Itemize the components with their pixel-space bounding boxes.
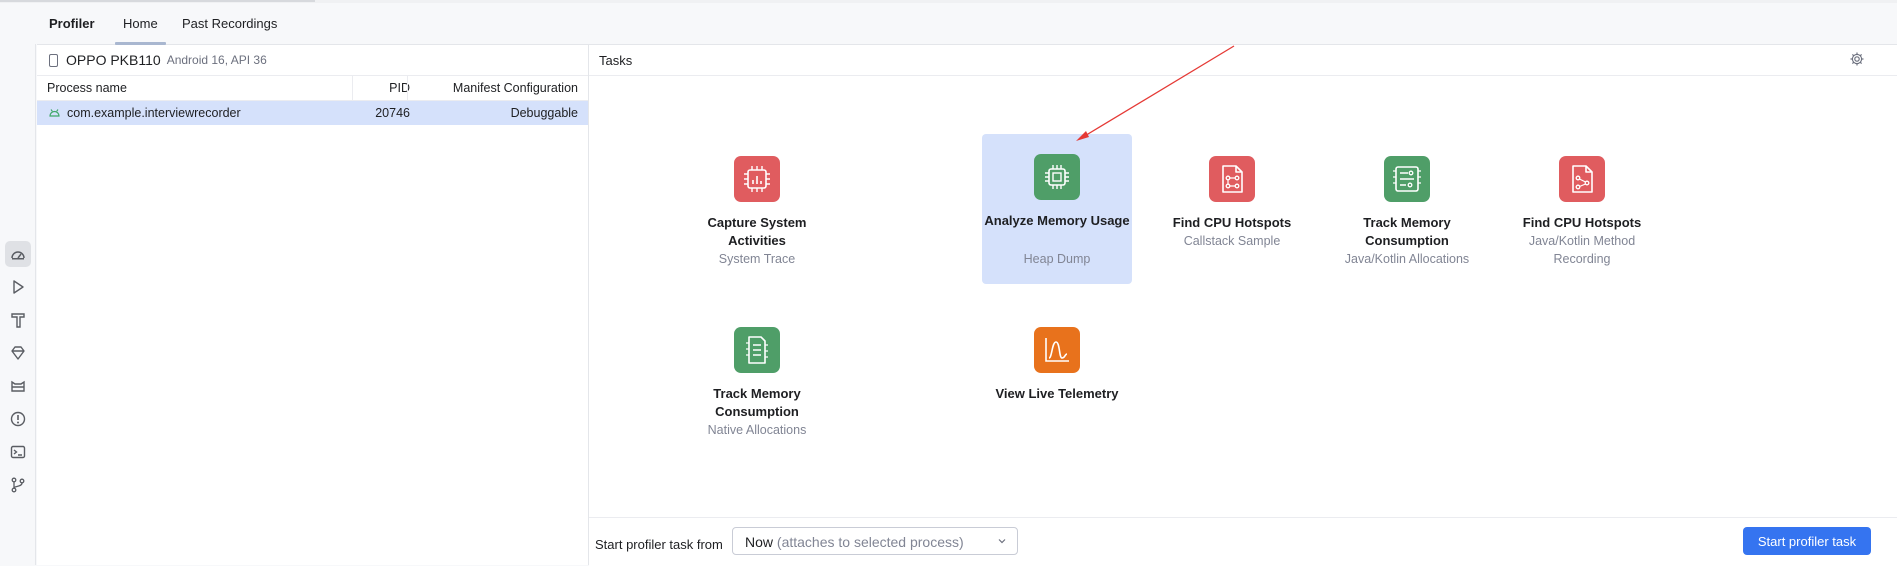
chevron-down-icon bbox=[998, 539, 1006, 544]
android-icon bbox=[49, 109, 60, 117]
task-capture-system-activities[interactable]: Capture System Activities System Trace bbox=[682, 136, 832, 286]
tab-home[interactable]: Home bbox=[115, 16, 166, 45]
gear-icon[interactable] bbox=[1849, 51, 1865, 67]
table-row[interactable]: com.example.interviewrecorder 20746 Debu… bbox=[37, 101, 588, 125]
task-name: Track Memory Consumption bbox=[713, 386, 801, 419]
task-icon-tile bbox=[1559, 156, 1605, 202]
col-manifest-configuration[interactable]: Manifest Configuration bbox=[407, 81, 578, 95]
task-icon-tile bbox=[1034, 154, 1080, 200]
col-pid[interactable]: PID bbox=[352, 81, 410, 95]
process-panel: OPPO PKB110 Android 16, API 36 Process n… bbox=[37, 45, 589, 565]
callstack-doc-icon bbox=[1222, 165, 1243, 193]
hammer-icon bbox=[11, 313, 25, 328]
logcat-tool-button[interactable] bbox=[5, 373, 31, 399]
problems-tool-button[interactable] bbox=[5, 406, 31, 432]
tasks-title: Tasks bbox=[599, 53, 633, 68]
task-subtitle: Callstack Sample bbox=[1183, 234, 1281, 248]
gauge-icon bbox=[11, 251, 25, 260]
pid-cell: 20746 bbox=[375, 106, 410, 120]
native-memory-icon bbox=[746, 336, 768, 364]
task-icon-tile bbox=[1384, 156, 1430, 202]
device-name: OPPO PKB110 bbox=[66, 52, 161, 68]
memory-board-icon bbox=[1393, 166, 1421, 192]
play-icon bbox=[13, 280, 24, 294]
task-analyze-memory-usage[interactable]: Analyze Memory Usage Heap Dump bbox=[982, 134, 1132, 284]
task-name: Find CPU Hotspots bbox=[1172, 215, 1292, 230]
task-name: Analyze Memory Usage bbox=[984, 213, 1130, 228]
task-icon-tile bbox=[734, 156, 780, 202]
cpu-chart-icon bbox=[744, 166, 770, 192]
task-icon-tile bbox=[1209, 156, 1255, 202]
task-find-cpu-hotspots-callstack[interactable]: Find CPU Hotspots Callstack Sample bbox=[1157, 136, 1307, 286]
task-name: Track Memory Consumption bbox=[1363, 215, 1451, 248]
task-subtitle: Native Allocations bbox=[707, 423, 807, 437]
task-icon-tile bbox=[1034, 327, 1080, 373]
device-selector[interactable]: OPPO PKB110 Android 16, API 36 bbox=[37, 45, 588, 76]
task-subtitle: Heap Dump bbox=[1023, 252, 1091, 266]
tasks-header: Tasks bbox=[589, 45, 1897, 76]
telemetry-chart-icon bbox=[1045, 338, 1069, 362]
process-name-cell: com.example.interviewrecorder bbox=[67, 106, 241, 120]
terminal-tool-button[interactable] bbox=[5, 439, 31, 465]
task-name: View Live Telemetry bbox=[995, 386, 1119, 401]
process-table-header: Process name PID Manifest Configuration bbox=[37, 76, 588, 101]
manifest-cell: Debuggable bbox=[510, 106, 578, 120]
build-tool-button[interactable] bbox=[5, 307, 31, 333]
phone-icon bbox=[49, 53, 58, 67]
task-subtitle: Java/Kotlin Allocations bbox=[1344, 252, 1470, 266]
task-subtitle: System Trace bbox=[718, 252, 796, 266]
task-name: Find CPU Hotspots bbox=[1522, 215, 1642, 230]
tool-window-bar bbox=[0, 44, 36, 565]
start-profiler-task-button[interactable]: Start profiler task bbox=[1743, 527, 1871, 555]
terminal-icon bbox=[10, 445, 26, 459]
task-name: Capture System Activities bbox=[707, 215, 807, 248]
gem-icon bbox=[11, 346, 25, 360]
task-view-live-telemetry[interactable]: View Live Telemetry bbox=[982, 307, 1132, 457]
task-track-memory-native[interactable]: Track Memory Consumption Native Allocati… bbox=[682, 307, 832, 457]
task-icon-tile bbox=[734, 327, 780, 373]
dropdown-value: Now (attaches to selected process) bbox=[745, 534, 964, 550]
tab-home-label: Home bbox=[123, 16, 158, 31]
start-task-footer: Start profiler task from Now (attaches t… bbox=[589, 517, 1897, 566]
tab-past-recordings[interactable]: Past Recordings bbox=[182, 16, 277, 31]
tasks-panel: Tasks Capture System Activities System T… bbox=[589, 45, 1897, 566]
gem-tool-button[interactable] bbox=[5, 340, 31, 366]
logcat-icon bbox=[11, 380, 25, 392]
dropdown-hint: (attaches to selected process) bbox=[776, 534, 964, 550]
memory-chip-icon bbox=[1045, 165, 1069, 189]
profiler-tab-bar: Profiler Home Past Recordings bbox=[37, 3, 1897, 45]
run-tool-button[interactable] bbox=[5, 274, 31, 300]
git-branch-icon bbox=[11, 477, 25, 493]
task-find-cpu-hotspots-method[interactable]: Find CPU Hotspots Java/Kotlin Method Rec… bbox=[1507, 136, 1657, 286]
task-track-memory-java-kotlin[interactable]: Track Memory Consumption Java/Kotlin All… bbox=[1332, 136, 1482, 286]
profiler-title: Profiler bbox=[49, 16, 95, 31]
task-subtitle: Java/Kotlin Method Recording bbox=[1528, 234, 1636, 266]
col-process-name[interactable]: Process name bbox=[47, 81, 127, 95]
start-from-dropdown[interactable]: Now (attaches to selected process) bbox=[732, 527, 1018, 555]
start-from-label: Start profiler task from bbox=[595, 537, 723, 552]
warning-circle-icon bbox=[10, 411, 26, 427]
method-doc-icon bbox=[1572, 165, 1593, 193]
git-tool-button[interactable] bbox=[5, 472, 31, 498]
device-detail: Android 16, API 36 bbox=[166, 53, 267, 67]
profiler-tool-button[interactable] bbox=[5, 241, 31, 267]
